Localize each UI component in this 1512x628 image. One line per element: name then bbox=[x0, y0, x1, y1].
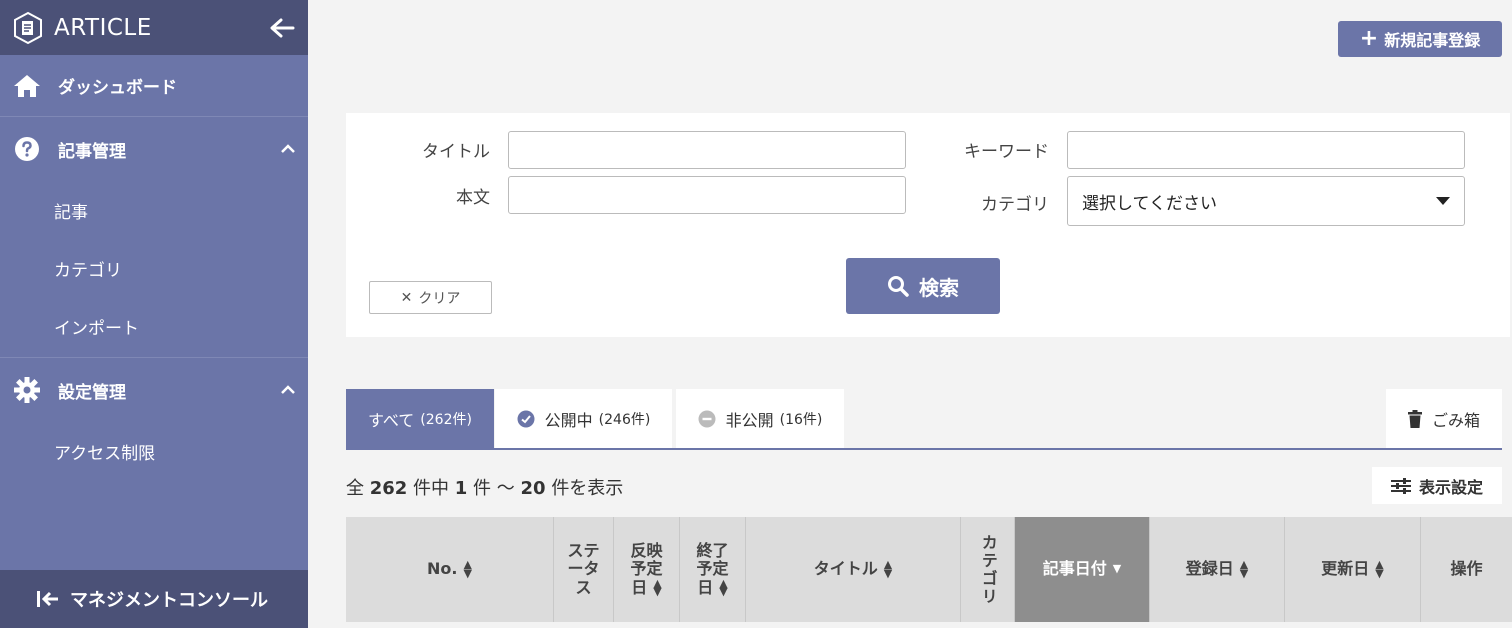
search-panel: タイトル 本文 キーワード カテゴリ 選択してください ✕ クリア 検索 bbox=[346, 113, 1510, 337]
result-prefix: 全 bbox=[346, 478, 364, 499]
tab-published[interactable]: 公開中 (246件) bbox=[495, 389, 672, 448]
tab-count: (16件) bbox=[779, 411, 823, 428]
sidebar-item-label: 記事管理 bbox=[58, 141, 126, 162]
result-to: 20 bbox=[520, 478, 546, 499]
caret-down-icon bbox=[1436, 197, 1450, 205]
sidebar: ARTICLE ダッシュボード 記事管理 記事 カテゴリ インポート 設定管理 … bbox=[0, 0, 308, 628]
status-tabs: すべて (262件) 公開中 (246件) 非公開 (16件) bbox=[346, 389, 1502, 450]
tab-count: (246件) bbox=[598, 411, 651, 428]
exit-arrow-icon bbox=[37, 591, 58, 607]
column-header-no[interactable]: No. ▲ ▼ bbox=[346, 517, 554, 622]
column-label: 記事日付 bbox=[1042, 559, 1107, 579]
column-label: 登録日 bbox=[1185, 559, 1234, 579]
sidebar-subitem-access-restriction[interactable]: アクセス制限 bbox=[0, 422, 308, 480]
plus-icon: + bbox=[1359, 26, 1379, 51]
column-header-created[interactable]: 登録日 ▲ ▼ bbox=[1150, 517, 1285, 622]
question-circle-icon bbox=[15, 137, 39, 161]
collapse-sidebar-button[interactable] bbox=[268, 14, 296, 42]
column-label: カテゴリ bbox=[978, 533, 998, 606]
title-label: タイトル bbox=[422, 142, 490, 162]
chevron-up-icon bbox=[281, 144, 295, 153]
tab-label: すべて bbox=[368, 410, 415, 430]
keyword-label: キーワード bbox=[964, 142, 1049, 162]
sidebar-header: ARTICLE bbox=[0, 0, 308, 55]
main-content: + 新規記事登録 タイトル 本文 キーワード カテゴリ 選択してください ✕ ク… bbox=[308, 0, 1512, 628]
trash-button[interactable]: ごみ箱 bbox=[1386, 389, 1502, 448]
clear-button[interactable]: ✕ クリア bbox=[369, 281, 492, 314]
tab-count: (262件) bbox=[420, 411, 472, 428]
column-header-status[interactable]: ステータス bbox=[554, 517, 614, 622]
column-label: 更新日 bbox=[1321, 559, 1370, 579]
new-article-label: 新規記事登録 bbox=[1384, 31, 1481, 50]
sort-icon: ▲ ▼ bbox=[719, 576, 728, 599]
display-settings-button[interactable]: 表示設定 bbox=[1372, 467, 1502, 504]
search-button[interactable]: 検索 bbox=[846, 258, 1000, 314]
result-suffix: 件を表示 bbox=[551, 478, 624, 499]
sort-icon: ▲ ▼ bbox=[1375, 558, 1384, 580]
sort-icon: ▲ ▼ bbox=[463, 558, 472, 580]
sort-icon: ▲ ▼ bbox=[653, 576, 662, 599]
search-icon bbox=[888, 276, 909, 297]
result-count: 全 262 件中 1 件 〜 20 件を表示 bbox=[346, 474, 623, 500]
body-label: 本文 bbox=[456, 188, 490, 208]
sort-icon: ▲ ▼ bbox=[1239, 558, 1249, 580]
column-label: タイトル bbox=[813, 559, 878, 579]
tab-all[interactable]: すべて (262件) bbox=[346, 389, 494, 448]
category-select[interactable]: 選択してください bbox=[1067, 176, 1465, 226]
column-header-title[interactable]: タイトル ▲ ▼ bbox=[746, 517, 961, 622]
sidebar-item-label: 設定管理 bbox=[58, 382, 126, 403]
table-header: No. ▲ ▼ ステータス 反映予定日 ▲ ▼ 終了予定日 ▲ ▼ タイトル ▲ ▼ カテゴ… bbox=[346, 517, 1512, 622]
article-submenu: 記事 カテゴリ インポート bbox=[0, 181, 308, 358]
search-label: 検索 bbox=[919, 275, 959, 300]
minus-circle-icon bbox=[698, 410, 716, 427]
arrow-left-icon bbox=[270, 18, 295, 37]
check-circle-icon bbox=[517, 410, 535, 427]
display-settings-label: 表示設定 bbox=[1418, 477, 1483, 497]
result-sep: 件 〜 bbox=[473, 478, 515, 499]
tab-label: 非公開 bbox=[725, 410, 774, 430]
column-label: 操作 bbox=[1450, 559, 1483, 579]
sidebar-subitem-import[interactable]: インポート bbox=[0, 297, 308, 355]
sidebar-item-dashboard[interactable]: ダッシュボード bbox=[0, 55, 308, 117]
category-label: カテゴリ bbox=[981, 195, 1049, 215]
tab-label: 公開中 bbox=[544, 410, 593, 430]
sidebar-subitem-categories[interactable]: カテゴリ bbox=[0, 239, 308, 297]
sidebar-item-settings[interactable]: 設定管理 bbox=[0, 358, 308, 422]
trash-icon bbox=[1407, 409, 1422, 428]
column-header-updated[interactable]: 更新日 ▲ ▼ bbox=[1285, 517, 1421, 622]
close-icon: ✕ bbox=[400, 289, 413, 306]
column-header-article-date[interactable]: 記事日付 ▼ bbox=[1015, 517, 1150, 622]
category-select-value: 選択してください bbox=[1082, 193, 1217, 214]
gear-icon bbox=[14, 377, 40, 403]
sidebar-item-label: ダッシュボード bbox=[58, 78, 177, 98]
sidebar-item-article-management[interactable]: 記事管理 bbox=[0, 117, 308, 181]
trash-label: ごみ箱 bbox=[1431, 410, 1480, 430]
app-title: ARTICLE bbox=[54, 14, 152, 41]
chevron-up-icon bbox=[281, 385, 295, 394]
management-console-link[interactable]: マネジメントコンソール bbox=[0, 570, 308, 628]
clear-label: クリア bbox=[418, 290, 461, 307]
management-console-label: マネジメントコンソール bbox=[70, 590, 268, 611]
column-header-publish-date[interactable]: 反映予定日 ▲ ▼ bbox=[614, 517, 680, 622]
result-total: 262 bbox=[369, 478, 408, 499]
new-article-button[interactable]: + 新規記事登録 bbox=[1338, 21, 1502, 57]
caret-down-icon: ▼ bbox=[1112, 562, 1122, 576]
title-input[interactable] bbox=[508, 131, 906, 169]
home-icon bbox=[14, 74, 40, 97]
column-label: ステータス bbox=[567, 540, 600, 597]
sort-icon: ▲ ▼ bbox=[883, 558, 893, 580]
column-header-category[interactable]: カテゴリ bbox=[961, 517, 1015, 622]
result-from: 1 bbox=[454, 478, 468, 499]
column-header-actions: 操作 bbox=[1421, 517, 1512, 622]
tab-unpublished[interactable]: 非公開 (16件) bbox=[676, 389, 844, 448]
column-header-end-date[interactable]: 終了予定日 ▲ ▼ bbox=[680, 517, 746, 622]
result-middle: 件中 bbox=[413, 478, 450, 499]
column-label: No. bbox=[427, 559, 458, 579]
body-input[interactable] bbox=[508, 176, 906, 214]
sliders-icon bbox=[1390, 477, 1411, 494]
keyword-input[interactable] bbox=[1067, 131, 1465, 169]
article-logo-icon bbox=[14, 11, 42, 44]
sidebar-subitem-articles[interactable]: 記事 bbox=[0, 181, 308, 239]
